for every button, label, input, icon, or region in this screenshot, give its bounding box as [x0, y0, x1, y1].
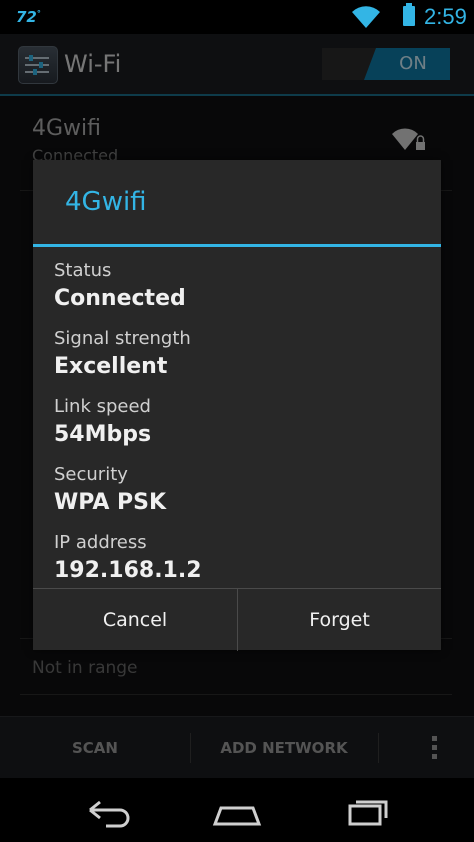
network-details-dialog: 4Gwifi Status Connected Signal strength …	[33, 160, 441, 651]
link-speed-value: 54Mbps	[54, 422, 152, 447]
dialog-title: 4Gwifi	[65, 187, 147, 217]
home-icon[interactable]	[207, 790, 267, 830]
link-speed-label: Link speed	[54, 396, 151, 417]
forget-button[interactable]: Forget	[238, 589, 441, 651]
navigation-bar	[0, 778, 474, 842]
back-icon[interactable]	[76, 790, 136, 830]
status-bar: 72° 2:59	[0, 0, 474, 34]
weather-temperature: 72°	[16, 8, 41, 26]
ip-address-label: IP address	[54, 532, 147, 553]
status-value: Connected	[54, 286, 186, 311]
dialog-body[interactable]: Status Connected Signal strength Excelle…	[54, 256, 424, 586]
recents-icon[interactable]	[338, 790, 398, 830]
battery-icon	[403, 3, 415, 26]
signal-strength-label: Signal strength	[54, 328, 191, 349]
status-label: Status	[54, 260, 112, 281]
dialog-button-bar: Cancel Forget	[33, 588, 441, 651]
ip-address-value: 192.168.1.2	[54, 558, 202, 583]
dialog-title-divider	[33, 244, 441, 247]
clock: 2:59	[424, 4, 467, 29]
security-label: Security	[54, 464, 128, 485]
signal-strength-value: Excellent	[54, 354, 168, 379]
security-value: WPA PSK	[54, 490, 167, 515]
cancel-button[interactable]: Cancel	[33, 589, 237, 651]
wifi-signal-icon	[352, 6, 380, 28]
